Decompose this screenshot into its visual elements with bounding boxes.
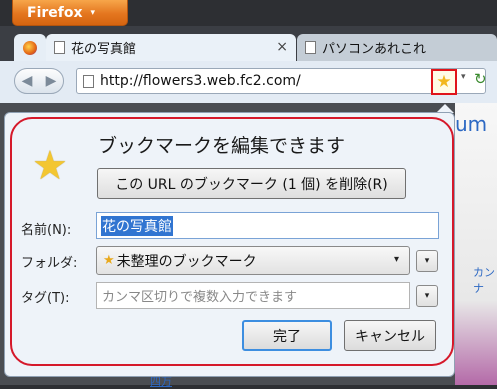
star-icon: ★ xyxy=(436,72,452,92)
done-label: 完了 xyxy=(273,328,301,345)
tab-label: パソコンあれこれ xyxy=(322,42,427,57)
chevron-down-icon: ▾ xyxy=(424,256,430,266)
bookmark-star-icon: ★ xyxy=(32,143,68,189)
folder-select[interactable]: ★ 未整理のブックマーク ▾ xyxy=(96,246,410,275)
name-label: 名前(N): xyxy=(21,223,72,238)
page-icon xyxy=(305,41,316,54)
back-arrow-icon[interactable]: ◀ xyxy=(22,73,33,89)
firefox-menu-label: Firefox xyxy=(27,4,83,21)
chevron-down-icon: ▾ xyxy=(393,254,399,265)
folder-tree-expander[interactable]: ▾ xyxy=(416,250,438,272)
tags-field[interactable]: カンマ区切りで複数入力できます xyxy=(96,282,410,309)
folder-value: 未整理のブックマーク xyxy=(116,253,257,270)
folder-label: フォルダ: xyxy=(21,256,78,271)
tags-label: タグ(T): xyxy=(21,291,70,306)
folder-star-icon: ★ xyxy=(103,253,115,268)
page-link-fragment[interactable]: カンナ xyxy=(473,264,497,296)
chevron-down-icon: ▾ xyxy=(424,291,430,301)
page-icon xyxy=(83,74,94,88)
reload-icon[interactable]: ↻ xyxy=(474,70,487,88)
panel-title: ブックマークを編集できます xyxy=(98,135,346,157)
name-value: 花の写真館 xyxy=(101,215,173,236)
back-forward-buttons[interactable]: ◀ ▶ xyxy=(14,68,64,94)
page-right-column xyxy=(455,103,497,385)
page-icon xyxy=(54,41,65,54)
name-field[interactable]: 花の写真館 xyxy=(96,212,439,239)
app-tab[interactable] xyxy=(14,34,46,61)
page-heading-fragment: um xyxy=(455,112,488,136)
firefox-menu-button[interactable]: Firefox ▾ xyxy=(12,0,128,26)
url-history-dropdown-icon[interactable]: ▾ xyxy=(461,72,466,82)
firefox-logo-icon xyxy=(23,40,37,55)
tab-label: 花の写真館 xyxy=(71,42,137,57)
cancel-button[interactable]: キャンセル xyxy=(344,320,436,351)
tags-placeholder: カンマ区切りで複数入力できます xyxy=(102,290,298,305)
cancel-label: キャンセル xyxy=(355,328,425,345)
close-icon[interactable]: × xyxy=(276,39,288,55)
bookmark-star-button[interactable]: ★ xyxy=(431,69,457,95)
tab-pc[interactable]: パソコンあれこれ xyxy=(297,34,497,61)
tab-flowers[interactable]: 花の写真館 × xyxy=(46,34,296,61)
chevron-down-icon: ▾ xyxy=(90,7,96,18)
remove-bookmark-label: この URL のブックマーク (1 個) を削除(R) xyxy=(115,176,388,193)
done-button[interactable]: 完了 xyxy=(242,320,332,351)
tags-list-expander[interactable]: ▾ xyxy=(416,285,438,307)
forward-arrow-icon[interactable]: ▶ xyxy=(46,73,57,89)
url-text[interactable]: http://flowers3.web.fc2.com/ xyxy=(100,73,301,89)
url-bar[interactable]: http://flowers3.web.fc2.com/ xyxy=(76,68,486,94)
remove-bookmark-button[interactable]: この URL のブックマーク (1 個) を削除(R) xyxy=(97,168,406,199)
